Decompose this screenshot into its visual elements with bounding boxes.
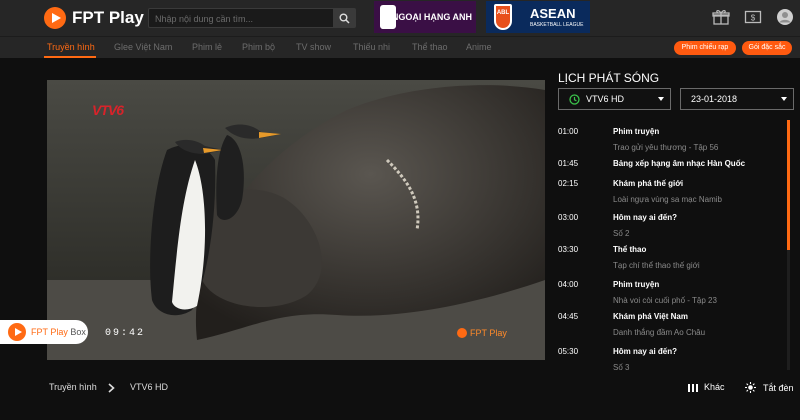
- schedule-program: Hôm nay ai đến?: [613, 213, 678, 222]
- schedule-item[interactable]: 02:15 Khám phá thế giới Loài ngựa vùng s…: [558, 172, 782, 208]
- breadcrumb-root[interactable]: Truyền hình: [49, 382, 97, 392]
- premier-league-banner[interactable]: NGOẠI HẠNG ANH: [374, 1, 476, 33]
- schedule-program: Bảng xếp hạng âm nhạc Hàn Quốc: [613, 159, 746, 168]
- schedule-time: 03:30: [558, 245, 579, 254]
- schedule-time: 03:00: [558, 213, 579, 222]
- schedule-episode: Tạp chí thể thao thế giới: [613, 261, 700, 270]
- search-box: [148, 8, 356, 28]
- play-icon: [44, 7, 66, 29]
- schedule-item[interactable]: 03:30 Thể thao Tạp chí thể thao thế giới: [558, 238, 782, 274]
- schedule-title: LỊCH PHÁT SÓNG: [558, 71, 660, 85]
- payment-icon[interactable]: $: [744, 8, 762, 26]
- app-name: FPT Play: [72, 8, 144, 27]
- schedule-episode: Trao gửi yêu thương - Tập 56: [613, 143, 719, 152]
- nav-item-truyen-hinh[interactable]: Truyền hình: [47, 42, 95, 52]
- bars-icon: [688, 383, 698, 392]
- schedule-episode: Danh thắng đầm Ao Châu: [613, 328, 706, 337]
- schedule-time: 01:45: [558, 159, 579, 168]
- schedule-episode: Số 3: [613, 363, 630, 372]
- chevron-right-icon: [108, 383, 115, 393]
- gift-icon[interactable]: [712, 8, 730, 26]
- abl-badge: ABL: [494, 4, 512, 30]
- other-button[interactable]: Khác: [688, 382, 725, 392]
- active-tab-indicator: [44, 56, 96, 58]
- user-avatar-icon[interactable]: [776, 8, 794, 26]
- fpt-watermark-icon: [457, 328, 467, 338]
- nav-item-phim-bo[interactable]: Phim bộ: [242, 42, 275, 52]
- schedule-time: 01:00: [558, 127, 579, 136]
- schedule-item[interactable]: 05:30 Hôm nay ai đến? Số 3: [558, 340, 782, 372]
- nav-item-thieu-nhi[interactable]: Thiếu nhi: [353, 42, 390, 52]
- schedule-program: Khám phá thế giới: [613, 179, 684, 188]
- search-button[interactable]: [333, 9, 355, 27]
- nav-bar: Truyền hình Glee Việt Nam Phim lẻ Phim b…: [0, 36, 800, 58]
- schedule-program: Hôm nay ai đến?: [613, 347, 678, 356]
- schedule-program: Thể thao: [613, 245, 647, 254]
- nav-item-anime[interactable]: Anime: [466, 42, 492, 52]
- fpt-play-box-badge[interactable]: FPT Play Box: [0, 320, 88, 344]
- breadcrumb-current: VTV6 HD: [130, 382, 169, 392]
- nav-item-tv-show[interactable]: TV show: [296, 42, 331, 52]
- timecode: 09:42: [105, 328, 146, 339]
- package-button[interactable]: Gói đặc sắc: [742, 41, 792, 55]
- chevron-down-icon: [658, 97, 664, 101]
- date-select-value: 23-01-2018: [691, 94, 738, 104]
- other-label: Khác: [704, 382, 725, 392]
- clock-icon: [569, 94, 580, 105]
- video-frame: [47, 80, 545, 360]
- cinema-button[interactable]: Phim chiếu rạp: [674, 41, 736, 55]
- schedule-list[interactable]: 01:00 Phim truyện Trao gửi yêu thương - …: [558, 120, 790, 372]
- video-player[interactable]: VTV6 09:42 FPT Play: [47, 80, 545, 360]
- asean-label: ASEAN: [530, 6, 576, 21]
- schedule-time: 04:00: [558, 280, 579, 289]
- nav-item-glee[interactable]: Glee Việt Nam: [114, 42, 172, 52]
- channel-logo: VTV6: [92, 102, 124, 118]
- asean-sublabel: BASKETBALL LEAGUE: [530, 22, 584, 28]
- schedule-item[interactable]: 04:45 Khám phá Việt Nam Danh thắng đầm A…: [558, 305, 782, 341]
- svg-text:$: $: [751, 14, 756, 23]
- schedule-program: Phim truyện: [613, 127, 660, 136]
- schedule-time: 05:30: [558, 347, 579, 356]
- schedule-time: 02:15: [558, 179, 579, 188]
- premier-league-label: NGOẠI HẠNG ANH: [391, 12, 472, 22]
- lights-off-label: Tắt đèn: [763, 382, 794, 393]
- schedule-time: 04:45: [558, 312, 579, 321]
- play-icon: [8, 323, 26, 341]
- channel-select[interactable]: VTV6 HD: [558, 88, 671, 110]
- fpt-play-logo[interactable]: FPT Play: [44, 7, 144, 29]
- nav-item-the-thao[interactable]: Thể thao: [412, 42, 448, 52]
- sun-icon: [745, 382, 756, 393]
- search-input[interactable]: [155, 11, 335, 26]
- lights-off-button[interactable]: Tắt đèn: [745, 382, 794, 393]
- schedule-episode: Loài ngựa vùng sa mạc Namib: [613, 195, 722, 204]
- schedule-episode: Nhà voi còi cuối phố - Tập 23: [613, 296, 717, 305]
- box-badge-brand: FPT Play: [31, 327, 68, 337]
- date-select[interactable]: 23-01-2018: [680, 88, 794, 110]
- search-icon: [339, 13, 350, 24]
- fpt-watermark: FPT Play: [457, 328, 507, 338]
- schedule-item[interactable]: 03:00 Hôm nay ai đến? Số 2: [558, 206, 782, 242]
- premier-league-logo: [380, 5, 396, 29]
- top-bar: FPT Play NGOẠI HẠNG ANH ABL ASEAN BASKET…: [0, 0, 800, 36]
- chevron-down-icon: [781, 97, 787, 101]
- nav-item-phim-le[interactable]: Phim lẻ: [192, 42, 222, 52]
- schedule-program: Phim truyện: [613, 280, 660, 289]
- schedule-item[interactable]: 01:00 Phim truyện Trao gửi yêu thương - …: [558, 120, 782, 156]
- schedule-item[interactable]: 04:00 Phim truyện Nhà voi còi cuối phố -…: [558, 273, 782, 309]
- asean-basketball-banner[interactable]: ABL ASEAN BASKETBALL LEAGUE: [486, 1, 590, 33]
- schedule-program: Khám phá Việt Nam: [613, 312, 688, 321]
- fpt-watermark-label: FPT Play: [470, 328, 507, 338]
- channel-select-value: VTV6 HD: [586, 94, 625, 104]
- schedule-scrollbar-thumb[interactable]: [787, 120, 790, 250]
- schedule-episode: Số 2: [613, 229, 630, 238]
- box-badge-suffix: Box: [70, 327, 86, 337]
- box-badge-label: FPT Play Box: [31, 327, 86, 337]
